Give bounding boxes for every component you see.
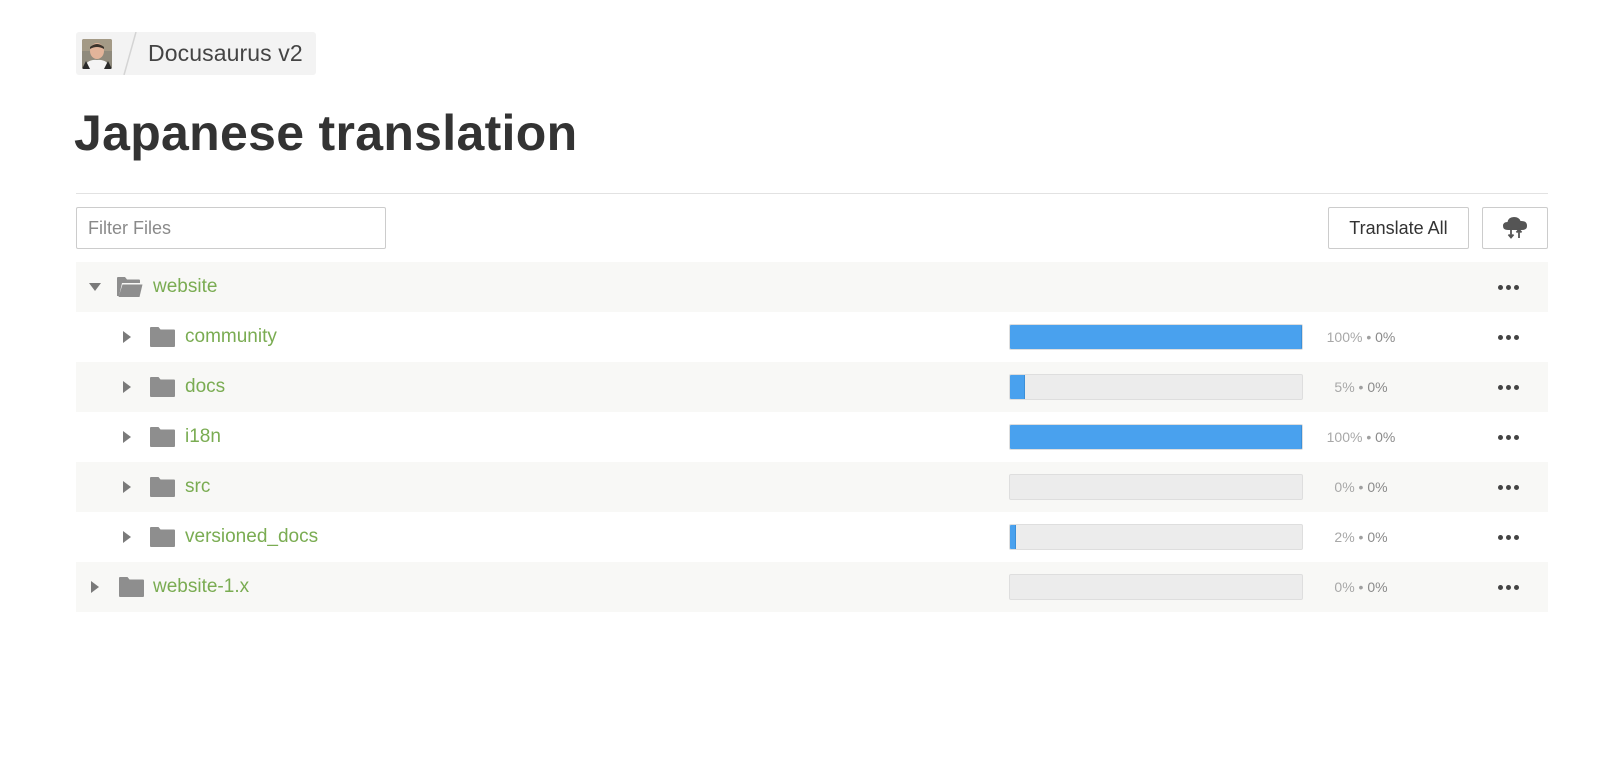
breadcrumb-separator-icon [123, 32, 137, 75]
translation-stats: 100% • 0% [1303, 429, 1419, 445]
approved-percent: 0% [1367, 579, 1388, 595]
translation-progress-bar [1009, 574, 1303, 600]
divider [76, 193, 1548, 194]
filter-files-input[interactable] [76, 207, 386, 249]
translation-stats: 0% • 0% [1303, 579, 1419, 595]
progress-fill [1010, 525, 1016, 549]
progress-fill [1010, 425, 1302, 449]
translation-stats: 100% • 0% [1303, 329, 1419, 345]
folder-open-icon [117, 277, 143, 297]
caret-right-icon[interactable] [120, 530, 134, 544]
translated-percent: 0% [1334, 579, 1355, 595]
more-options-button[interactable] [1493, 427, 1523, 447]
approved-percent: 0% [1375, 329, 1396, 345]
folder-name[interactable]: src [185, 476, 210, 498]
more-options-button[interactable] [1493, 277, 1523, 297]
caret-right-icon[interactable] [120, 430, 134, 444]
caret-right-icon[interactable] [120, 380, 134, 394]
tree-row-i18n[interactable]: i18n 100% • 0% [76, 412, 1548, 462]
progress-fill [1010, 375, 1025, 399]
folder-name[interactable]: website-1.x [153, 576, 249, 598]
approved-percent: 0% [1367, 529, 1388, 545]
more-options-button[interactable] [1493, 377, 1523, 397]
tree-row-src[interactable]: src 0% • 0% [76, 462, 1548, 512]
stat-separator: • [1366, 329, 1372, 345]
approved-percent: 0% [1367, 479, 1388, 495]
progress-fill [1010, 325, 1302, 349]
folder-name[interactable]: versioned_docs [185, 526, 318, 548]
approved-percent: 0% [1367, 379, 1388, 395]
translation-progress-bar [1009, 374, 1303, 400]
caret-down-icon[interactable] [88, 280, 102, 294]
more-options-button[interactable] [1493, 577, 1523, 597]
folder-icon [150, 527, 175, 547]
translation-stats: 2% • 0% [1303, 529, 1419, 545]
stat-separator: • [1358, 579, 1364, 595]
translated-percent: 100% [1326, 329, 1363, 345]
breadcrumb: Docusaurus v2 [76, 32, 316, 75]
tree-row-versioned-docs[interactable]: versioned_docs 2% • 0% [76, 512, 1548, 562]
avatar[interactable] [82, 38, 112, 69]
tree-row-website-1x[interactable]: website-1.x 0% • 0% [76, 562, 1548, 612]
more-options-button[interactable] [1493, 327, 1523, 347]
file-tree: website community 100% • 0% docs 5% • 0%… [76, 262, 1548, 612]
translated-percent: 2% [1334, 529, 1355, 545]
folder-icon [150, 327, 175, 347]
caret-right-icon[interactable] [120, 480, 134, 494]
translated-percent: 100% [1326, 429, 1363, 445]
stat-separator: • [1358, 529, 1364, 545]
approved-percent: 0% [1375, 429, 1396, 445]
stat-separator: • [1358, 379, 1364, 395]
breadcrumb-project[interactable]: Docusaurus v2 [148, 40, 303, 67]
tree-row-website[interactable]: website [76, 262, 1548, 312]
caret-right-icon[interactable] [88, 580, 102, 594]
translated-percent: 0% [1334, 479, 1355, 495]
folder-name[interactable]: community [185, 326, 277, 348]
caret-right-icon[interactable] [120, 330, 134, 344]
folder-icon [150, 427, 175, 447]
tree-row-docs[interactable]: docs 5% • 0% [76, 362, 1548, 412]
translate-all-button[interactable]: Translate All [1328, 207, 1469, 249]
page-title: Japanese translation [74, 105, 578, 161]
folder-name[interactable]: docs [185, 376, 225, 398]
folder-icon [119, 577, 144, 597]
translation-progress-bar [1009, 524, 1303, 550]
more-options-button[interactable] [1493, 477, 1523, 497]
translation-stats: 0% • 0% [1303, 479, 1419, 495]
translation-progress-bar [1009, 474, 1303, 500]
stat-separator: • [1358, 479, 1364, 495]
translation-stats: 5% • 0% [1303, 379, 1419, 395]
folder-name[interactable]: website [153, 276, 217, 298]
cloud-upload-download-icon [1503, 217, 1527, 239]
upload-download-button[interactable] [1482, 207, 1548, 249]
stat-separator: • [1366, 429, 1372, 445]
more-options-button[interactable] [1493, 527, 1523, 547]
tree-row-community[interactable]: community 100% • 0% [76, 312, 1548, 362]
translated-percent: 5% [1334, 379, 1355, 395]
folder-name[interactable]: i18n [185, 426, 221, 448]
translation-progress-bar [1009, 424, 1303, 450]
folder-icon [150, 477, 175, 497]
translation-progress-bar [1009, 324, 1303, 350]
folder-icon [150, 377, 175, 397]
